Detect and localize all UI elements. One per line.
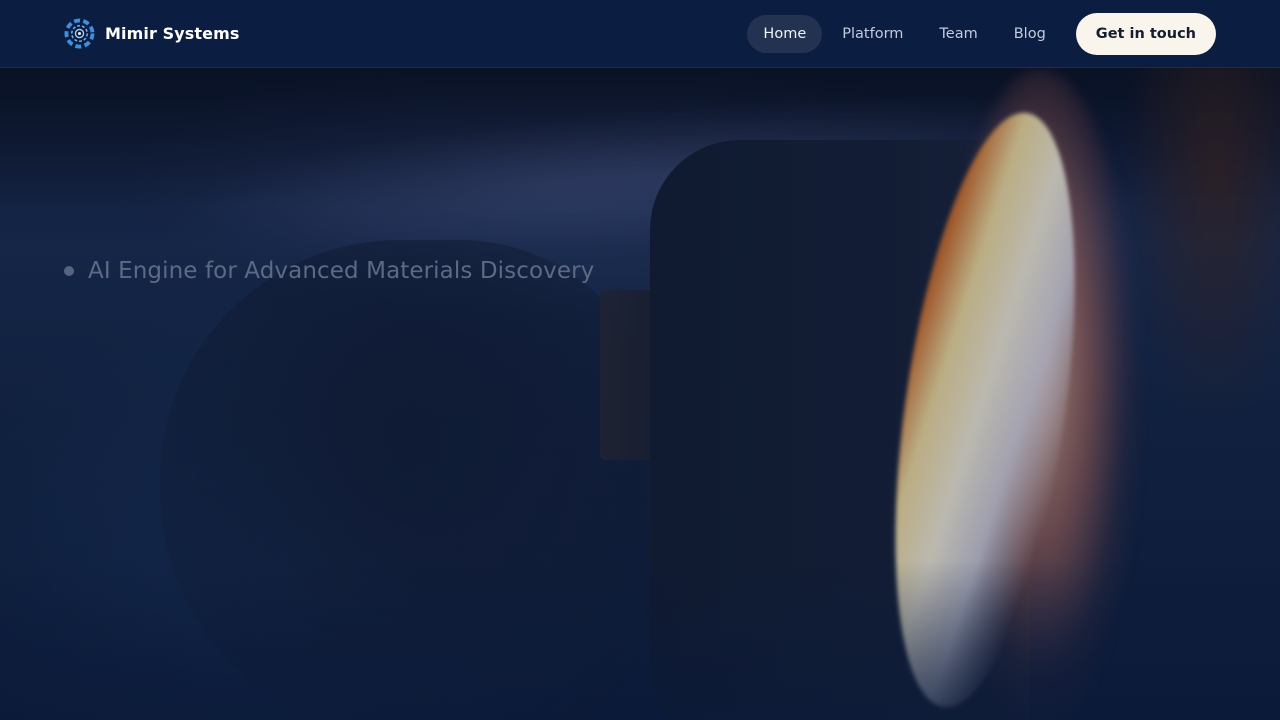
hero-tagline: AI Engine for Advanced Materials Discove… [88, 258, 595, 284]
hero-background-image [0, 0, 1280, 720]
main-nav: Home Platform Team Blog Get in touch [747, 12, 1216, 55]
aperture-logo-icon [64, 18, 95, 49]
hero-content: AI Engine for Advanced Materials Discove… [64, 258, 594, 284]
get-in-touch-button[interactable]: Get in touch [1075, 12, 1216, 55]
brand-name: Mimir Systems [105, 24, 240, 43]
brand-home-link[interactable]: Mimir Systems [64, 18, 240, 49]
nav-team[interactable]: Team [923, 15, 993, 53]
dot-icon [64, 266, 74, 276]
nav-home[interactable]: Home [747, 14, 823, 53]
nav-platform[interactable]: Platform [826, 15, 919, 53]
page: Mimir Systems Home Platform Team Blog Ge… [0, 0, 1280, 720]
nav-blog[interactable]: Blog [998, 15, 1062, 53]
hero-color-overlay [0, 0, 1280, 720]
site-header: Mimir Systems Home Platform Team Blog Ge… [0, 0, 1280, 68]
